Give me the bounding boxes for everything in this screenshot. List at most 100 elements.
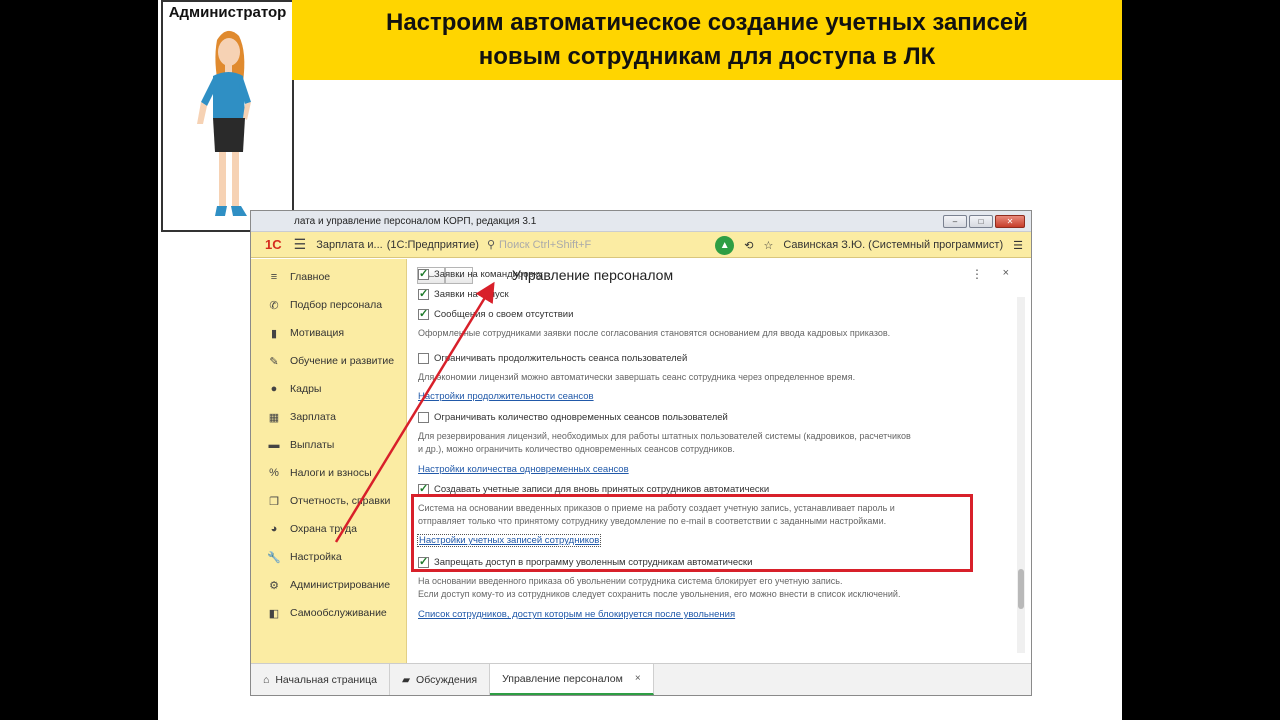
- sections-sidebar: ≡ Главное ✆ Подбор персонала ▮ Мотивация ✎ О…: [251, 259, 407, 663]
- window-controls: ‒ □ ✕: [943, 215, 1025, 228]
- selfservice-icon: ◧: [268, 607, 280, 620]
- title-banner: Настроим автоматическое создание учетных…: [292, 0, 1122, 80]
- checkbox[interactable]: [418, 307, 429, 320]
- sidebar-item-motivation[interactable]: ▮ Мотивация: [251, 319, 406, 347]
- setting-description: и др.), можно ограничить количество одно…: [418, 444, 735, 454]
- sidebar-item-label: Налоги и взносы: [290, 467, 372, 479]
- checkbox[interactable]: [418, 267, 429, 280]
- vertical-scrollbar[interactable]: [1017, 297, 1025, 653]
- sidebar-item-label: Отчетность, справки: [290, 495, 391, 507]
- block-exceptions-list-link[interactable]: Список сотрудников, доступ которым не бл…: [418, 609, 735, 620]
- app-window: лата и управление персоналом КОРП, редак…: [250, 210, 1032, 696]
- close-window-button[interactable]: ✕: [995, 215, 1025, 228]
- tab-discussions[interactable]: ▰ Обсуждения: [390, 664, 491, 695]
- banner-title-line2: новым сотрудникам для доступа в ЛК: [478, 43, 936, 70]
- checkbox[interactable]: [418, 353, 429, 364]
- list-icon: ≡: [270, 271, 278, 283]
- home-icon: ⌂: [263, 673, 270, 686]
- sidebar-item-reports[interactable]: ❐ Отчетность, справки: [251, 487, 406, 515]
- setting-vacation-requests[interactable]: Заявки на отпуск: [418, 287, 509, 300]
- sidebar-item-training[interactable]: ✎ Обучение и развитие: [251, 347, 406, 375]
- setting-description: Оформленные сотрудниками заявки после со…: [418, 328, 891, 338]
- concurrent-sessions-settings-link[interactable]: Настройки количества одновременных сеанс…: [418, 464, 629, 475]
- sidebar-item-label: Главное: [290, 271, 331, 283]
- sidebar-item-label: Администрирование: [290, 579, 391, 591]
- sidebar-item-label: Самообслуживание: [290, 607, 387, 619]
- close-icon[interactable]: ×: [1003, 267, 1009, 279]
- setting-label: Заявки на командировку: [434, 269, 543, 280]
- sidebar-item-main[interactable]: ≡ Главное: [251, 263, 406, 291]
- open-windows-tabbar: ⌂ Начальная страница ▰ Обсуждения Управлен…: [251, 663, 1031, 695]
- percent-icon: %: [269, 467, 279, 479]
- setting-label: Заявки на отпуск: [434, 289, 509, 300]
- maximize-button[interactable]: □: [969, 215, 993, 228]
- sidebar-item-label: Обучение и развитие: [290, 355, 395, 367]
- checkbox[interactable]: [418, 412, 429, 423]
- 1c-logo-icon: 1С: [265, 237, 282, 252]
- sidebar-item-label: Подбор персонала: [290, 299, 383, 311]
- sidebar-item-salary[interactable]: ▦ Зарплата: [251, 403, 406, 431]
- tab-home[interactable]: ⌂ Начальная страница: [251, 664, 390, 695]
- sidebar-item-administration[interactable]: ⚙ Администрирование: [251, 571, 406, 599]
- history-icon[interactable]: ⟲: [744, 239, 753, 252]
- window-titlebar: лата и управление персоналом КОРП, редак…: [251, 211, 1031, 232]
- search-icon: ⚲: [486, 239, 496, 251]
- setting-description: Если доступ кому-то из сотрудников следу…: [418, 589, 901, 599]
- setting-description: Для резервирования лицензий, необходимых…: [418, 431, 911, 441]
- sidebar-item-label: Выплаты: [290, 439, 335, 451]
- gift-icon: ▮: [270, 327, 278, 340]
- favorites-icon[interactable]: ☆: [763, 239, 773, 252]
- tab-hr-management[interactable]: Управление персоналом ×: [490, 664, 654, 695]
- card-icon: ▬: [268, 439, 280, 451]
- chat-icon: ▰: [401, 673, 411, 686]
- sidebar-item-label: Охрана труда: [290, 523, 357, 535]
- setting-description: На основании введенного приказа об уволь…: [418, 576, 843, 586]
- main-menu-icon[interactable]: ☰: [294, 236, 307, 253]
- search-placeholder: Поиск Ctrl+Shift+F: [499, 238, 592, 251]
- settings-menu-icon[interactable]: ☰: [1013, 239, 1023, 252]
- setting-label: Сообщения о своем отсутствии: [434, 309, 574, 320]
- close-tab-icon[interactable]: ×: [635, 673, 641, 684]
- slide: Администратор Настроим автоматическое со…: [158, 0, 1122, 720]
- banner-title-line1: Настроим автоматическое создание учетных…: [385, 9, 1029, 36]
- setting-label: Ограничивать количество одновременных се…: [434, 412, 728, 423]
- current-user[interactable]: Савинская З.Ю. (Системный программист): [783, 239, 1003, 251]
- calculator-icon: ▦: [268, 411, 280, 424]
- administrator-illustration: [197, 30, 251, 216]
- setting-absence-messages[interactable]: Сообщения о своем отсутствии: [418, 307, 574, 320]
- sidebar-item-label: Настройка: [290, 551, 342, 563]
- notifications-icon[interactable]: ▲: [715, 235, 735, 255]
- more-icon[interactable]: ⋮: [971, 267, 983, 281]
- toolbar-right: ▲ ⟲ ☆ Савинская З.Ю. (Системный программ…: [715, 232, 1023, 258]
- setting-concurrent-sessions[interactable]: Ограничивать количество одновременных се…: [418, 412, 728, 423]
- window-title: лата и управление персоналом КОРП, редак…: [294, 216, 537, 227]
- minimize-button[interactable]: ‒: [943, 215, 967, 228]
- graduation-icon: ✎: [269, 355, 279, 368]
- sidebar-item-selfservice[interactable]: ◧ Самообслуживание: [251, 599, 406, 627]
- sidebar-item-taxes[interactable]: % Налоги и взносы: [251, 459, 406, 487]
- tab-label: Начальная страница: [275, 673, 377, 686]
- sidebar-item-settings[interactable]: 🔧 Настройка: [251, 543, 406, 571]
- sidebar-item-safety[interactable]: ◕ Охрана труда: [251, 515, 406, 543]
- sidebar-item-label: Мотивация: [290, 327, 345, 339]
- setting-description: Для экономии лицензий можно автоматическ…: [418, 372, 856, 382]
- setting-business-trip[interactable]: Заявки на командировку: [418, 267, 543, 280]
- setting-label: Ограничивать продолжительность сеанса по…: [434, 353, 688, 364]
- setting-session-duration[interactable]: Ограничивать продолжительность сеанса по…: [418, 353, 687, 364]
- checkbox[interactable]: [418, 287, 429, 300]
- phone-icon: ✆: [269, 299, 279, 312]
- hr-settings-panel: ← → Управление персоналом ⋮ × Заявки на …: [408, 259, 1031, 663]
- sidebar-item-payments[interactable]: ▬ Выплаты: [251, 431, 406, 459]
- scrollbar-thumb[interactable]: [1018, 569, 1024, 609]
- reports-icon: ❐: [269, 495, 279, 508]
- helmet-icon: ◕: [270, 523, 278, 535]
- app-toolbar: 1С ☰ Зарплата и... (1С:Предприятие) ⚲ По…: [251, 232, 1031, 258]
- sidebar-item-label: Зарплата: [290, 411, 336, 423]
- app-kind: (1С:Предприятие): [386, 238, 479, 251]
- sidebar-item-personnel[interactable]: ● Кадры: [251, 375, 406, 403]
- session-duration-settings-link[interactable]: Настройки продолжительности сеансов: [418, 391, 594, 402]
- sidebar-item-recruiting[interactable]: ✆ Подбор персонала: [251, 291, 406, 319]
- sidebar-item-label: Кадры: [290, 383, 322, 395]
- highlight-frame: [411, 494, 973, 572]
- search-field[interactable]: ⚲ Поиск Ctrl+Shift+F: [486, 238, 717, 252]
